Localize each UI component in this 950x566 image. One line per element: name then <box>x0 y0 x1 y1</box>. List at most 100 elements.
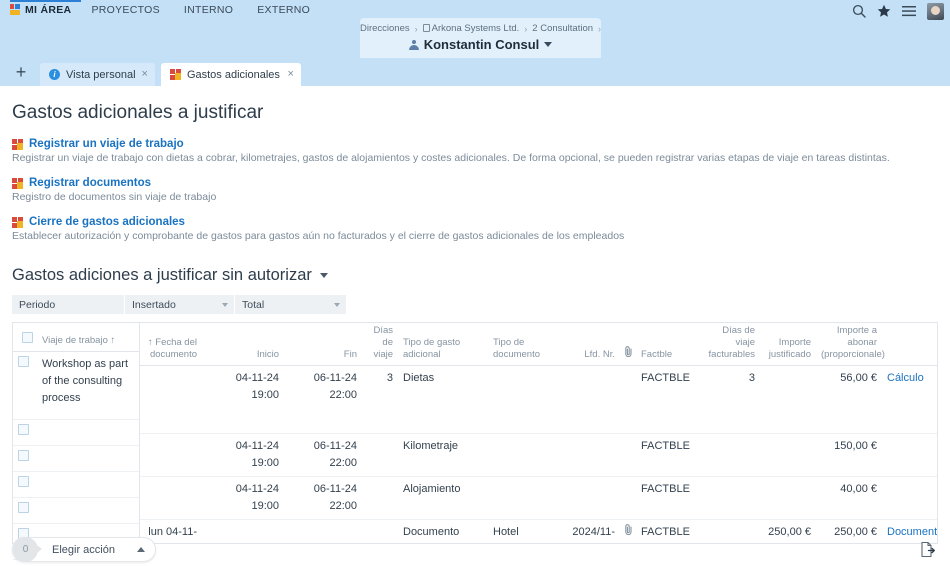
row-checkbox[interactable] <box>18 449 29 461</box>
select-all-checkbox[interactable] <box>22 331 33 343</box>
add-tab-button[interactable]: + <box>8 58 34 86</box>
cell-lfd-nr <box>558 476 620 520</box>
link-description: Establecer autorización y comprobante de… <box>12 230 625 242</box>
row-checkbox[interactable] <box>18 355 29 367</box>
table-row[interactable] <box>13 419 139 446</box>
table-row[interactable]: 04-11-24 19:00 06-11-24 22:00 Alojamient… <box>140 476 937 520</box>
page-title: Gastos adicionales a justificar <box>12 102 264 123</box>
cell-factble: FACTBLE <box>636 476 698 520</box>
header-fin[interactable]: Fin <box>284 323 362 366</box>
link-documentos[interactable]: Documentos <box>887 526 937 538</box>
cell-lfd-nr <box>558 365 620 434</box>
action-link-item: Cierre de gastos adicionales Establecer … <box>12 216 938 242</box>
cell-viaje: Workshop as part of the consulting proce… <box>37 351 139 420</box>
action-link-row: Cierre de gastos adicionales <box>12 216 938 228</box>
header-fecha-documento[interactable]: ↑ Fecha del documento <box>140 323 202 366</box>
topnav-item-externo[interactable]: EXTERNO <box>257 4 324 16</box>
table-row[interactable]: 04-11-24 19:00 06-11-24 22:00 3 Dietas F… <box>140 365 937 434</box>
table-scroll-columns[interactable]: ↑ Fecha del documento Inicio Fin Días de… <box>139 322 938 544</box>
header-factble[interactable]: Factble <box>636 323 698 366</box>
breadcrumb-item-2[interactable]: 2 Consultation <box>532 23 593 34</box>
table-row[interactable]: 04-11-24 19:00 06-11-24 22:00 Kilometraj… <box>140 433 937 477</box>
topnav-item-mi-area[interactable]: MI ÁREA <box>10 0 82 18</box>
export-document-icon[interactable] <box>919 541 936 558</box>
search-icon[interactable] <box>852 4 866 18</box>
breadcrumb-item-0[interactable]: Direcciones <box>360 23 410 34</box>
link-cierre-gastos[interactable]: Cierre de gastos adicionales <box>29 216 185 228</box>
chevron-down-icon[interactable] <box>544 42 553 47</box>
cell-inicio <box>202 519 284 543</box>
cell-importe-justificado: 250,00 € <box>760 519 816 543</box>
table-row[interactable] <box>13 445 139 472</box>
topnav-item-proyectos[interactable]: PROYECTOS <box>91 4 173 16</box>
cell-viaje <box>37 471 139 498</box>
cell-attachment <box>620 433 636 477</box>
cell-attachment[interactable] <box>620 519 636 543</box>
chevron-down-icon <box>334 302 340 307</box>
header-lfd-nr[interactable]: Lfd. Nr. <box>558 323 620 366</box>
action-bar[interactable]: 0 Elegir acción <box>12 537 156 562</box>
cell-dias-facturables <box>698 433 760 477</box>
star-icon[interactable] <box>877 4 891 18</box>
action-link-item: Registrar documentos Registro de documen… <box>12 177 938 203</box>
attachment-icon <box>625 346 632 358</box>
spreadsheet-icon <box>12 138 23 150</box>
filter-total[interactable]: Total <box>235 295 346 314</box>
table-row[interactable]: lun 04-11-24 Documento Hotel 2024/11-000… <box>140 519 937 543</box>
header-importe-abonar[interactable]: Importe a abonar (proporcionale) <box>816 323 885 366</box>
header-dias-viaje[interactable]: Días de viaje <box>362 323 398 366</box>
breadcrumb-title[interactable]: Konstantin Consul <box>370 37 591 52</box>
table-row[interactable] <box>13 471 139 498</box>
filter-periodo[interactable]: Periodo <box>12 295 125 314</box>
breadcrumb-item-1[interactable]: Arkona Systems Ltd. <box>422 23 519 34</box>
row-select-cell <box>13 351 37 420</box>
filter-insertado[interactable]: Insertado <box>125 295 235 314</box>
table-row[interactable]: Workshop as part of the consulting proce… <box>13 351 139 420</box>
link-registrar-viaje[interactable]: Registrar un viaje de trabajo <box>29 138 184 150</box>
header-viaje-de-trabajo[interactable]: Viaje de trabajo ↑ <box>37 323 139 352</box>
action-link-list: Registrar un viaje de trabajo Registrar … <box>12 138 938 242</box>
row-select-cell <box>13 445 37 472</box>
avatar[interactable] <box>927 2 944 20</box>
section-title: Gastos adiciones a justificar sin autori… <box>12 266 312 284</box>
header-tipo-documento[interactable]: Tipo de documento <box>488 323 558 366</box>
link-calculo[interactable]: Cálculo <box>887 372 924 384</box>
cell-dias-viaje: 3 <box>362 365 398 434</box>
header-tipo-gasto-adicional[interactable]: Tipo de gasto adicional <box>398 323 488 366</box>
row-select-cell <box>13 419 37 446</box>
cell-tipo-documento <box>488 433 558 477</box>
menu-icon[interactable] <box>902 5 916 17</box>
breadcrumb-separator: › <box>414 23 418 34</box>
header-attachment <box>620 323 636 366</box>
chevron-down-icon[interactable] <box>319 273 328 278</box>
topnav-item-interno[interactable]: INTERNO <box>184 4 247 16</box>
table-row[interactable] <box>13 497 139 524</box>
tab-label: Vista personal <box>66 68 136 81</box>
close-icon[interactable]: × <box>288 69 294 80</box>
spreadsheet-icon <box>12 177 23 189</box>
tab-gastos-adicionales[interactable]: Gastos adicionales a ju × <box>160 63 301 86</box>
cell-dias-viaje <box>362 519 398 543</box>
cell-factble: FACTBLE <box>636 433 698 477</box>
cell-importe-justificado <box>760 433 816 477</box>
chevron-up-icon[interactable] <box>136 547 145 552</box>
row-checkbox[interactable] <box>18 501 29 513</box>
tab-vista-personal[interactable]: i Vista personal × <box>40 63 155 86</box>
cell-fin: 06-11-24 22:00 <box>284 365 362 434</box>
header-dias-viaje-facturables[interactable]: Días de viaje facturables <box>698 323 760 366</box>
cell-action <box>882 476 937 520</box>
row-checkbox[interactable] <box>18 423 29 435</box>
attachment-icon[interactable] <box>625 524 633 535</box>
cell-fin <box>284 519 362 543</box>
scroll-table: ↑ Fecha del documento Inicio Fin Días de… <box>140 323 937 543</box>
header-inicio[interactable]: Inicio <box>202 323 284 366</box>
close-icon[interactable]: × <box>142 69 148 80</box>
row-checkbox[interactable] <box>18 475 29 487</box>
header-importe-justificado[interactable]: Importe justificado <box>760 323 816 366</box>
link-registrar-documentos[interactable]: Registrar documentos <box>29 177 151 189</box>
breadcrumb: Direcciones › Arkona Systems Ltd. › 2 Co… <box>360 18 601 58</box>
header-action <box>882 323 937 366</box>
info-icon: i <box>49 69 60 80</box>
cell-lfd-nr: 2024/11-0001 <box>558 519 620 543</box>
person-icon <box>408 39 419 50</box>
